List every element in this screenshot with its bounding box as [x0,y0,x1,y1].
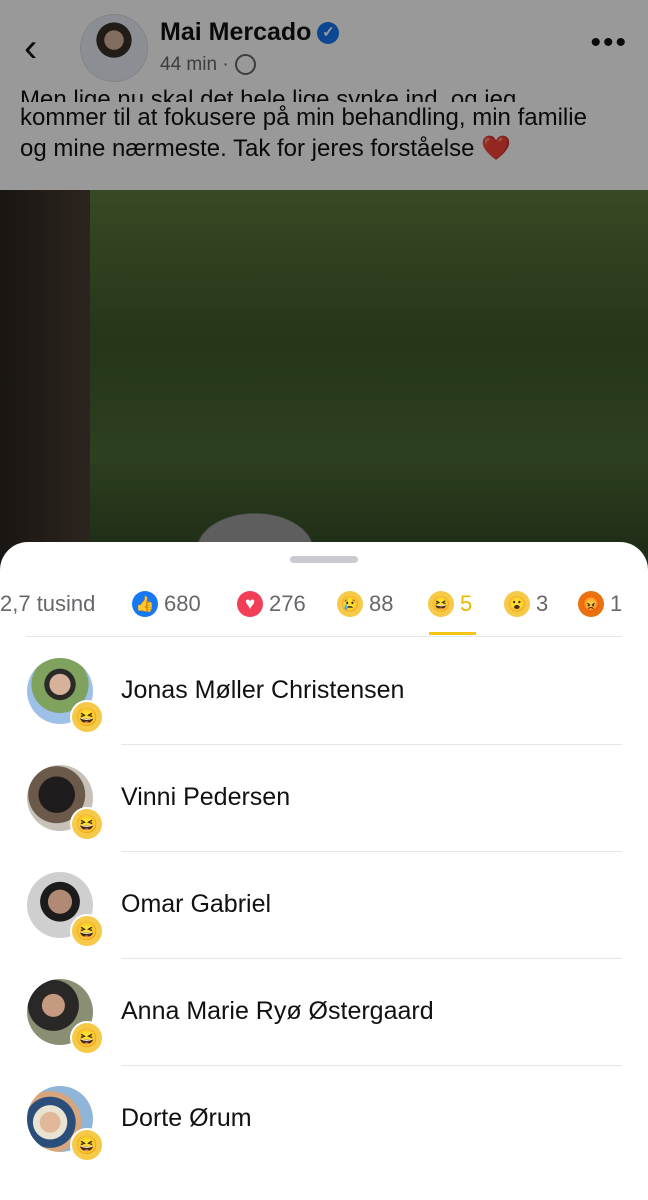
tab-wow[interactable]: 😮 3 [504,584,548,624]
haha-reaction-icon: 😆 [70,1021,104,1055]
tab-like[interactable]: 👍 680 [132,584,201,624]
reaction-tabs: 2,7 tusind 👍 680 ♥ 276 😢 88 😆 5 😮 3 😡 1 [0,584,648,638]
person-name[interactable]: Omar Gabriel [121,890,271,919]
tab-angry-count: 1 [610,591,623,616]
reactions-sheet: 2,7 tusind 👍 680 ♥ 276 😢 88 😆 5 😮 3 😡 1 😆 Jona… [0,542,648,1200]
person-name[interactable]: Vinni Pedersen [121,783,290,812]
list-item[interactable]: 😆 Anna Marie Ryø Østergaard [0,959,648,1066]
reactors-list: 😆 Jonas Møller Christensen 😆 Vinni Peder… [0,638,648,1173]
sad-icon: 😢 [337,591,363,617]
list-item[interactable]: 😆 Dorte Ørum [0,1066,648,1173]
angry-icon: 😡 [578,591,604,617]
tab-love[interactable]: ♥ 276 [237,584,306,624]
sheet-drag-handle[interactable] [290,556,358,563]
tab-wow-count: 3 [536,591,549,616]
love-icon: ♥ [237,591,263,617]
tab-sad[interactable]: 😢 88 [337,584,393,624]
tab-love-count: 276 [269,591,306,616]
haha-reaction-icon: 😆 [70,807,104,841]
tab-angry[interactable]: 😡 1 [578,584,622,624]
person-name[interactable]: Jonas Møller Christensen [121,676,404,705]
tab-all[interactable]: 2,7 tusind [0,584,95,624]
active-tab-underline [429,632,476,635]
like-icon: 👍 [132,591,158,617]
person-name[interactable]: Dorte Ørum [121,1104,252,1133]
haha-reaction-icon: 😆 [70,700,104,734]
haha-icon: 😆 [428,591,454,617]
tab-all-label: 2,7 tusind [0,591,96,616]
person-name[interactable]: Anna Marie Ryø Østergaard [121,997,434,1026]
haha-reaction-icon: 😆 [70,914,104,948]
tab-haha[interactable]: 😆 5 [428,584,472,624]
tab-like-count: 680 [164,591,201,616]
wow-icon: 😮 [504,591,530,617]
tab-sad-count: 88 [369,591,394,616]
list-item[interactable]: 😆 Omar Gabriel [0,852,648,959]
haha-reaction-icon: 😆 [70,1128,104,1162]
list-item[interactable]: 😆 Jonas Møller Christensen [0,638,648,745]
list-item[interactable]: 😆 Vinni Pedersen [0,745,648,852]
tab-haha-count: 5 [460,591,473,616]
tabs-divider [26,636,622,637]
